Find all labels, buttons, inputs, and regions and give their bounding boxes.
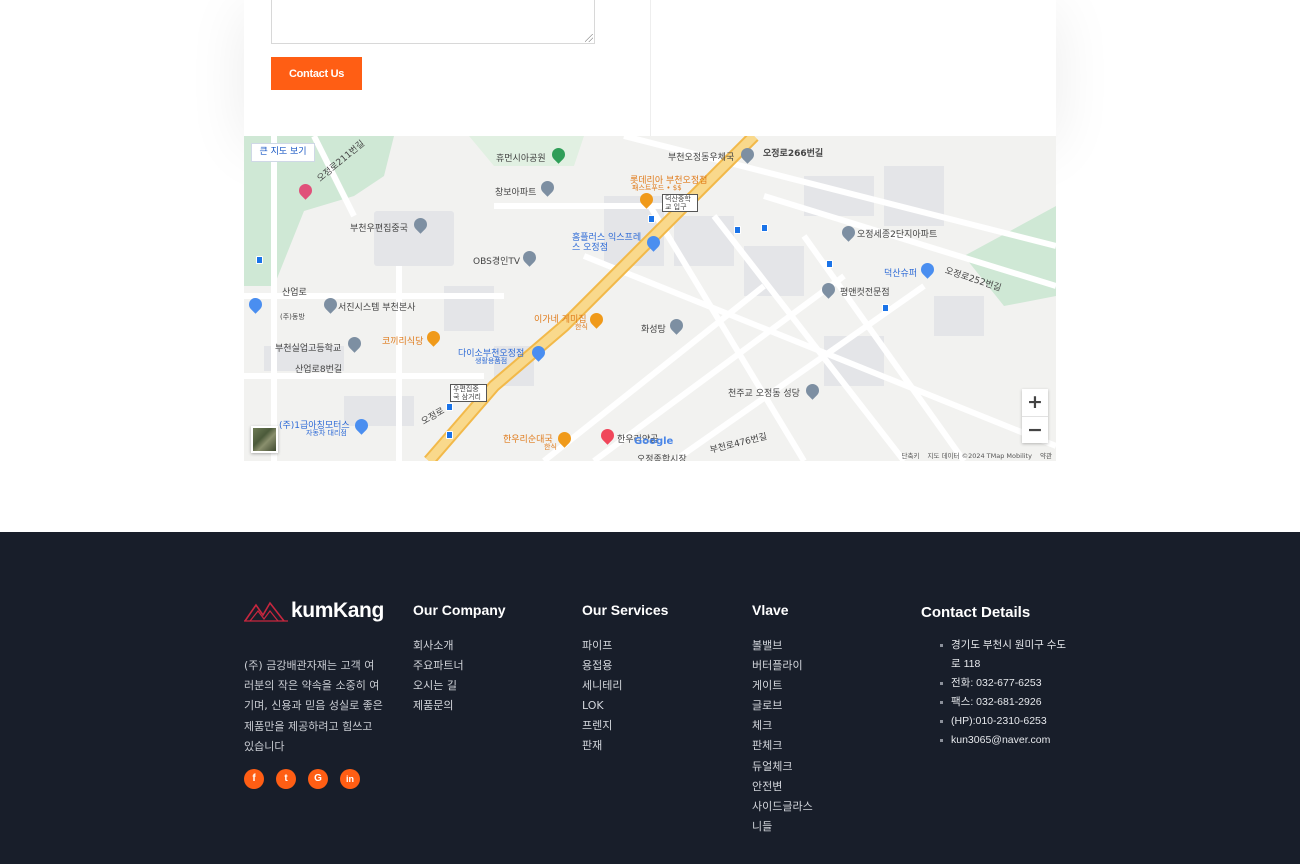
footer-link[interactable]: 니들 [752,817,813,837]
map-label: 휴먼시아공원 [496,154,546,164]
footer-link[interactable]: 버터플라이 [752,656,813,676]
map-attribution: 단축키 지도 데이터 ©2024 TMap Mobility 약관 [896,450,1053,460]
map-label: (주)동방 [280,313,305,321]
message-textarea[interactable] [271,0,595,44]
footer-link[interactable]: 체크 [752,716,813,736]
map-label: 오정세종2단지아파트 [857,230,938,240]
bus-stop-icon[interactable] [761,224,768,232]
map-label: 천주교 오정동 성당 [728,389,800,399]
vlave-column-title: Vlave [752,602,789,618]
brand-logo[interactable]: kumKang [244,599,384,623]
company-column-title: Our Company [413,602,506,618]
map-label: 평앤컷전문점 [840,288,890,298]
mobile-text: (HP):010-2310-6253 [938,712,1068,731]
map-label: 한식 [544,443,557,451]
bus-stop-icon[interactable] [256,256,263,264]
terms-link[interactable]: 약관 [1040,452,1052,460]
footer-link[interactable]: 주요파트너 [413,656,464,676]
zoom-in-button[interactable]: + [1022,389,1048,416]
footer-link[interactable]: 오시는 길 [413,676,464,696]
map-label: 홈플러스 익스프레스 오정점 [572,233,642,253]
footer-link[interactable]: LOK [582,696,622,716]
map-label: 자동차 대리점 [306,429,347,437]
map-label: 부천우편집중국 [350,224,408,234]
map-label: 패스트푸드 • $$ [632,184,682,192]
contact-us-button[interactable]: Contact Us [271,57,362,90]
map-label: 창보아파트 [495,188,537,198]
map-label: OBS경인TV [473,257,521,267]
google-icon[interactable]: G [308,769,328,789]
map-label: 부천오정동우체국 [668,153,735,163]
twitter-icon[interactable]: t [276,769,296,789]
footer-link[interactable]: 파이프 [582,636,622,656]
company-description: (주) 금강배관자재는 고객 여러분의 작은 약속을 소중히 여기며, 신용과 … [244,659,383,753]
map-label: 오정로266번길 [763,149,824,159]
footer-link[interactable]: 판재 [582,736,622,756]
footer-link[interactable]: 프렌지 [582,716,622,736]
resize-handle[interactable] [585,34,593,42]
map-label: 우편집중국 삼거리 [450,384,487,402]
map-label: 코끼리식당 [382,337,424,347]
map-label: 오정종합시장 [637,455,687,461]
contact-column-title: Contact Details [921,604,1031,621]
map-label: 산업로8번길 [295,365,343,375]
footer-link[interactable]: 글로브 [752,696,813,716]
footer-link[interactable]: 세니테리 [582,676,622,696]
bus-stop-icon[interactable] [734,226,741,234]
brand-name: kumKang [291,599,384,622]
map-label: 덕산슈퍼 [884,269,918,279]
facebook-icon[interactable]: f [244,769,264,789]
bus-stop-icon[interactable] [882,304,889,312]
footer-link[interactable]: 사이드글라스 [752,797,813,817]
map-label: 한식 [575,323,588,331]
shortcuts-link[interactable]: 단축키 [902,452,920,460]
footer-link[interactable]: 게이트 [752,676,813,696]
google-logo[interactable]: Google [634,436,673,447]
linkedin-icon[interactable]: in [340,769,360,789]
bus-stop-icon[interactable] [446,431,453,439]
zoom-out-button[interactable]: − [1022,417,1048,444]
contact-details: 경기도 부천시 원미구 수도로 118 전화: 032-677-6253 팩스:… [938,636,1068,750]
phone-text: 전화: 032-677-6253 [938,674,1068,693]
view-large-map-button[interactable]: 큰 지도 보기 [251,143,315,162]
map-data-credit: 지도 데이터 ©2024 TMap Mobility [927,452,1032,460]
footer-link[interactable]: 제품문의 [413,696,464,716]
bus-stop-icon[interactable] [826,260,833,268]
email-link[interactable]: kun3065@naver.com [938,731,1068,750]
footer-link[interactable]: 듀얼체크 [752,757,813,777]
footer-link[interactable]: 판체크 [752,736,813,756]
zoom-control[interactable]: + − [1022,389,1048,443]
satellite-toggle-button[interactable] [251,426,278,453]
location-map[interactable]: 큰 지도 보기 휴먼시아공원 부천오정동우체국 오정로266번길 롯데리아 부천… [244,136,1056,461]
map-label: 생활용품점 [475,357,508,365]
footer-link[interactable]: 용접용 [582,656,622,676]
footer-link[interactable]: 볼밸브 [752,636,813,656]
map-label: 서진시스템 부천본사 [338,303,416,313]
footer-link[interactable]: 안전변 [752,777,813,797]
company-links: 회사소개 주요파트너 오시는 길 제품문의 [413,636,464,716]
map-label: 덕산중학교 입구 [662,194,698,212]
social-links: f t G in [244,769,360,789]
services-links: 파이프 용접용 세니테리 LOK 프렌지 판재 [582,636,622,757]
services-column-title: Our Services [582,602,669,618]
map-label: 화성탕 [641,325,666,335]
card-divider [650,0,651,136]
mountain-logo-icon [244,601,288,622]
map-label: 산업로 [282,288,307,298]
fax-text: 팩스: 032-681-2926 [938,693,1068,712]
address-text: 경기도 부천시 원미구 수도로 118 [938,636,1068,674]
bus-stop-icon[interactable] [648,215,655,223]
footer-link[interactable]: 회사소개 [413,636,464,656]
bus-stop-icon[interactable] [446,403,453,411]
vlave-links: 볼밸브 버터플라이 게이트 글로브 체크 판체크 듀얼체크 안전변 사이드글라스… [752,636,813,837]
map-label: 부천실업고등학교 [275,344,342,354]
site-footer: kumKang (주) 금강배관자재는 고객 여러분의 작은 약속을 소중히 여… [0,532,1300,864]
